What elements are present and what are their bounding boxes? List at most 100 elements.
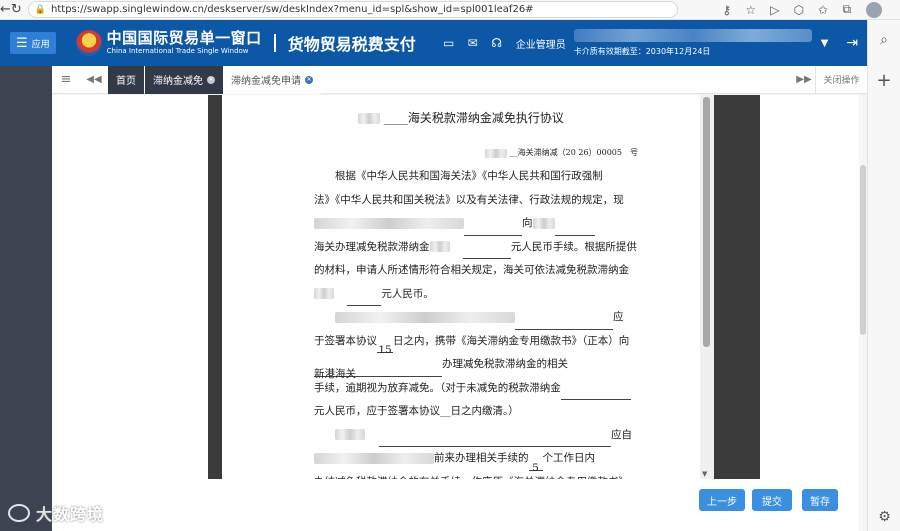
- avatar[interactable]: [865, 1, 882, 18]
- play-icon[interactable]: ▷: [766, 3, 784, 17]
- apps-menu-button[interactable]: ☰ 应用: [10, 32, 56, 54]
- title-text: ____海关税款滞纳金减免执行协议: [383, 111, 564, 125]
- doc-line: 元人民币。: [314, 283, 634, 306]
- key-icon[interactable]: ⚷: [718, 3, 736, 17]
- doc-text: 手续，逾期视为放弃减免。（对于未减免的税款滞纳金: [314, 381, 561, 394]
- tab-label: 滞纳金减免: [153, 76, 203, 87]
- doc-line: 向: [314, 212, 634, 236]
- browser-sidebar: ⌕ + ⚙: [867, 20, 900, 531]
- tab-scroll-right-icon[interactable]: ▶▶: [793, 74, 815, 85]
- redacted-text: [314, 288, 334, 299]
- brand-name-en: China International Trade Single Window: [106, 47, 249, 55]
- doc-text: 元人民币。: [381, 287, 434, 300]
- document-body: 根据《中华人民共和国海关法》《中华人民共和国行政强制 法》《中华人民共和国关税法…: [314, 165, 637, 480]
- left-nav-rail: [0, 66, 52, 531]
- submit-button[interactable]: 提交: [752, 489, 792, 511]
- brand-name-cn: 中国国际贸易单一窗口: [106, 29, 262, 47]
- document-scrollbar[interactable]: ▼: [700, 95, 714, 479]
- refresh-icon[interactable]: ↻: [11, 0, 22, 20]
- document-scroll-thumb[interactable]: [703, 97, 710, 347]
- page-scroll-thumb[interactable]: [860, 165, 866, 335]
- document-title: ____海关税款滞纳金减免执行协议: [222, 109, 700, 126]
- star-icon[interactable]: ☆: [742, 3, 760, 17]
- watermark-logo-icon: [8, 504, 30, 522]
- back-icon[interactable]: ←: [0, 0, 11, 20]
- close-icon[interactable]: ✕: [305, 75, 313, 84]
- blank-line: [464, 222, 522, 236]
- doc-line: 元人民币，应于签署本协议__日之内缴清。）: [314, 405, 519, 417]
- tab-scroll-left-icon[interactable]: ◀◀: [80, 74, 108, 85]
- tab-late-fee-waiver[interactable]: 滞纳金减免 ✕: [145, 65, 223, 94]
- hamburger-icon[interactable]: ≡: [52, 72, 80, 87]
- doc-number-text: __海关滞纳减（20 26）00005 号: [509, 148, 638, 157]
- tab-home[interactable]: 首页: [108, 65, 144, 94]
- blank-line: [554, 222, 595, 236]
- scroll-down-arrow-icon[interactable]: ▼: [702, 470, 707, 478]
- redacted-text: [358, 113, 381, 124]
- tab-label: 首页: [116, 76, 136, 87]
- menu-icon: ☰: [16, 35, 28, 51]
- doc-text: 于签署本协议: [314, 334, 377, 347]
- days-value: 15: [377, 339, 393, 356]
- blank-line: [515, 316, 613, 330]
- redacted-text: [335, 311, 515, 323]
- doc-text: 应自: [611, 428, 632, 441]
- doc-line: 前来办理相关手续的5个工作日内: [314, 447, 634, 474]
- watermark-text: 大数跨境: [36, 505, 105, 524]
- save-draft-button[interactable]: 暂存: [802, 489, 838, 511]
- doc-line: 新港海关办理减免税款滞纳金的相关: [314, 353, 634, 380]
- more-icon[interactable]: …: [896, 3, 900, 17]
- doc-text: 元人民币手续。根据所提供: [510, 240, 637, 253]
- doc-text: 个工作日内: [542, 452, 596, 464]
- tab-bar: ≡ ◀◀ 首页 滞纳金减免 ✕ 滞纳金减免申请 ✕ ▶▶ 关闭操作: [52, 65, 867, 94]
- doc-text: 办理减免税款滞纳金的相关: [442, 358, 568, 370]
- redacted-text: [314, 217, 464, 229]
- screen-icon[interactable]: ▭: [442, 36, 456, 50]
- browser-toolbar: ← ↻ 🔒 https://swapp.singlewindow.cn/desk…: [0, 0, 900, 20]
- doc-line: 应自: [314, 424, 634, 447]
- headset-icon[interactable]: ☊: [490, 36, 504, 50]
- blank-line: [347, 292, 382, 306]
- document-page: ____海关税款滞纳金减免执行协议 __海关滞纳减（20 26）00005 号 …: [222, 95, 700, 479]
- brand: 中国国际贸易单一窗口 China International Trade Sin…: [107, 31, 262, 55]
- card-expiry: 卡介质有效期截至：2030年12月24日: [573, 47, 711, 56]
- plus-icon[interactable]: +: [868, 70, 900, 91]
- doc-line: 办结减免税款滞纳金的有关手续，作废原《海关滞纳金专用缴款书》: [314, 471, 634, 480]
- watermark: 大数跨境: [8, 501, 104, 525]
- logout-icon[interactable]: ⇥: [846, 35, 858, 51]
- close-icon[interactable]: ✕: [207, 75, 215, 84]
- collections-icon[interactable]: ⧉: [838, 2, 856, 17]
- doc-line: 法》《中华人民共和国关税法》以及有关法律、行政法规的规定，现: [314, 193, 624, 206]
- redacted-text: [532, 217, 555, 229]
- doc-line: 根据《中华人民共和国海关法》《中华人民共和国行政强制: [335, 170, 603, 182]
- company-info: 卡介质有效期截至：2030年12月24日: [573, 25, 818, 61]
- search-icon[interactable]: ⌕: [868, 32, 900, 48]
- close-operations-button[interactable]: 关闭操作: [815, 65, 867, 94]
- blank-line: [379, 433, 611, 447]
- favorites-icon[interactable]: ✩: [814, 3, 832, 17]
- tab-late-fee-waiver-application[interactable]: 滞纳金减免申请 ✕: [223, 65, 321, 94]
- document-viewer: ____海关税款滞纳金减免执行协议 __海关滞纳减（20 26）00005 号 …: [208, 95, 760, 479]
- mail-icon[interactable]: ✉: [466, 36, 480, 50]
- blank-line: [462, 245, 511, 259]
- lock-icon: 🔒: [34, 4, 47, 15]
- doc-line: 海关办理减免税款滞纳金 元人民币手续。根据所提供: [314, 236, 637, 259]
- previous-step-button[interactable]: 上一步: [699, 489, 745, 511]
- page-scrollbar[interactable]: [859, 95, 867, 531]
- gear-icon[interactable]: ⚙: [868, 509, 900, 525]
- document-number: __海关滞纳减（20 26）00005 号: [485, 147, 638, 158]
- address-bar[interactable]: 🔒 https://swapp.singlewindow.cn/deskserv…: [27, 1, 678, 18]
- doc-line: 应: [314, 306, 634, 330]
- doc-text: 应: [613, 311, 624, 323]
- doc-line: 的材料，申请人所述情形符合相关规定，海关可依法减免税款滞纳金: [314, 264, 629, 276]
- caret-down-icon[interactable]: ▼: [821, 38, 829, 49]
- url-text: https://swapp.singlewindow.cn/deskserver…: [51, 4, 534, 15]
- system-title: 货物贸易税费支付: [287, 35, 416, 54]
- doc-text: 前来办理相关手续的: [434, 452, 529, 464]
- header-divider: [273, 34, 276, 52]
- doc-text: 日之内，携带《海关滞纳金专用缴款书》（正本）向: [393, 334, 630, 347]
- redacted-text: [485, 148, 508, 158]
- apps-label: 应用: [31, 39, 50, 50]
- doc-line: 于签署本协议15日之内，携带《海关滞纳金专用缴款书》（正本）向: [314, 330, 634, 357]
- extension-icon[interactable]: ⬡: [790, 3, 808, 17]
